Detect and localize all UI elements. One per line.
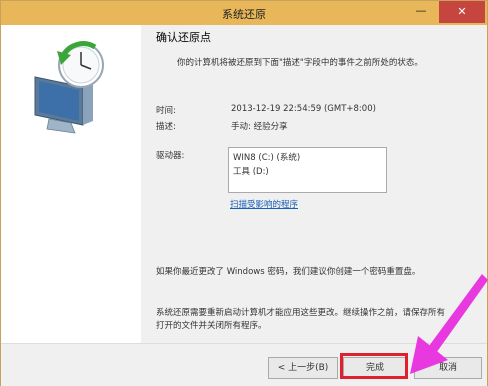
side-panel bbox=[1, 25, 141, 343]
list-item: WIN8 (C:) (系统) bbox=[233, 153, 301, 163]
title-bar: 系统还原 — ✕ bbox=[1, 1, 487, 25]
scan-affected-programs-link[interactable]: 扫描受影响的程序 bbox=[230, 198, 298, 210]
page-description: 你的计算机将被还原到下面"描述"字段中的事件之前所处的状态。 bbox=[177, 58, 423, 68]
time-label: 时间: bbox=[156, 106, 176, 116]
restart-note-line-2: 打开的文件并关闭所有程序。 bbox=[156, 321, 267, 331]
password-reset-note: 如果你最近更改了 Windows 密码，我们建议你创建一个密码重置盘。 bbox=[156, 267, 421, 277]
list-item: 工具 (D:) bbox=[233, 167, 269, 177]
drives-list[interactable]: WIN8 (C:) (系统) 工具 (D:) bbox=[228, 147, 387, 193]
minimize-button[interactable]: — bbox=[407, 1, 435, 23]
description-label: 描述: bbox=[156, 122, 176, 132]
drives-label: 驱动器: bbox=[156, 151, 185, 161]
time-value: 2013-12-19 22:54:59 (GMT+8:00) bbox=[231, 104, 376, 114]
description-value: 手动: 经验分享 bbox=[231, 122, 288, 132]
pointer-arrow-annotation bbox=[410, 274, 488, 374]
page-title: 确认还原点 bbox=[156, 31, 211, 44]
finish-highlight-box bbox=[340, 353, 408, 379]
system-restore-icon bbox=[34, 41, 104, 134]
back-button[interactable]: < 上一步(B) bbox=[268, 357, 338, 379]
close-button[interactable]: ✕ bbox=[439, 1, 485, 23]
